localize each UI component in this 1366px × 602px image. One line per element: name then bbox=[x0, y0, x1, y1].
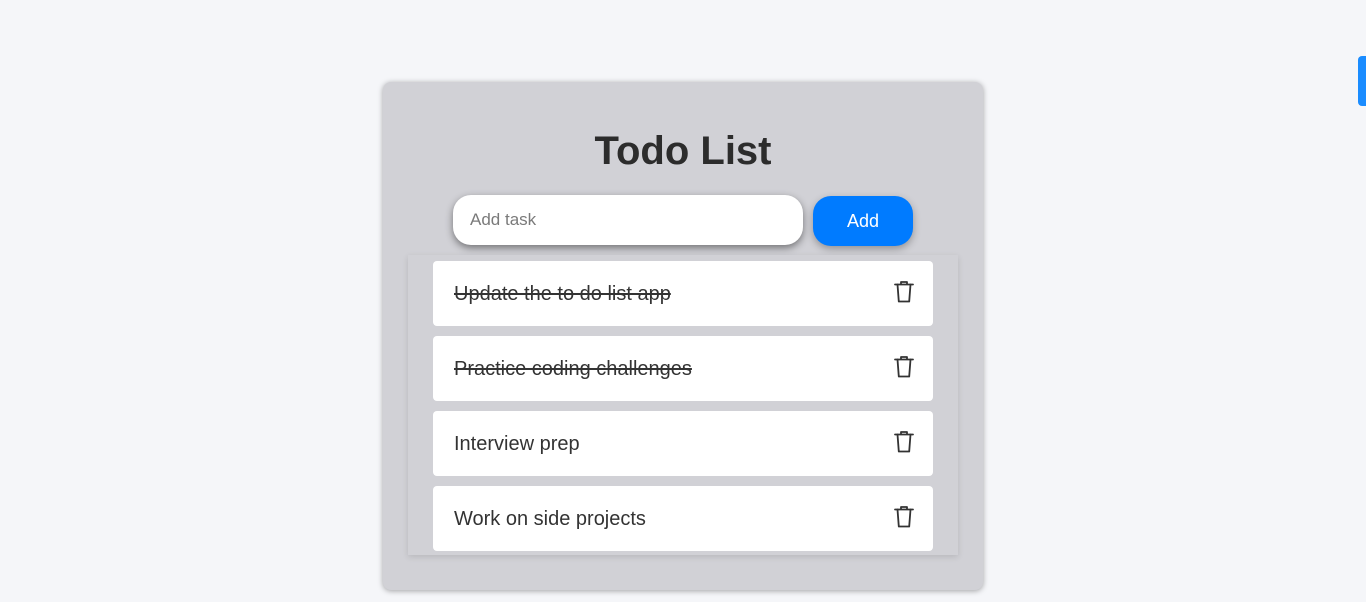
todo-card: Todo List Add Update the to do list app … bbox=[383, 82, 983, 590]
trash-icon bbox=[893, 505, 917, 529]
task-list: Update the to do list app Practice codin… bbox=[433, 261, 933, 561]
list-item: Work on side projects bbox=[433, 486, 933, 551]
delete-task-button[interactable] bbox=[893, 504, 917, 530]
delete-task-button[interactable] bbox=[893, 279, 917, 305]
trash-icon bbox=[893, 430, 917, 454]
trash-icon bbox=[893, 355, 917, 379]
list-item: Interview prep bbox=[433, 411, 933, 476]
trash-icon bbox=[893, 280, 917, 304]
page-title: Todo List bbox=[594, 129, 772, 173]
task-text[interactable]: Interview prep bbox=[454, 431, 580, 457]
list-item: Practice coding challenges bbox=[433, 336, 933, 401]
add-task-button[interactable]: Add bbox=[813, 196, 913, 246]
edge-side-tab[interactable] bbox=[1358, 56, 1366, 106]
task-text[interactable]: Update the to do list app bbox=[454, 281, 671, 307]
delete-task-button[interactable] bbox=[893, 354, 917, 380]
delete-task-button[interactable] bbox=[893, 429, 917, 455]
task-input[interactable] bbox=[453, 195, 803, 245]
add-task-form: Add bbox=[453, 195, 913, 247]
list-item: Update the to do list app bbox=[433, 261, 933, 326]
task-text[interactable]: Work on side projects bbox=[454, 506, 646, 532]
task-text[interactable]: Practice coding challenges bbox=[454, 356, 692, 382]
task-list-panel: Update the to do list app Practice codin… bbox=[408, 255, 958, 555]
